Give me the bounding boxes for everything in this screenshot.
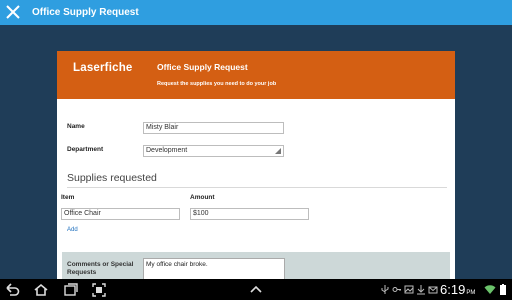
home-icon[interactable]	[33, 282, 49, 298]
form-title: Office Supply Request	[157, 62, 248, 72]
item-field[interactable]: Office Chair	[61, 208, 180, 220]
item-column-label: Item	[61, 194, 75, 201]
app-bar: Office Supply Request	[0, 0, 512, 25]
battery-icon	[500, 284, 506, 295]
close-button[interactable]	[3, 2, 23, 22]
comments-textarea[interactable]: My office chair broke.	[143, 258, 285, 279]
department-value: Development	[146, 147, 188, 154]
amount-field[interactable]: $100	[190, 208, 309, 220]
close-icon	[6, 5, 20, 19]
section-divider	[67, 187, 447, 188]
back-icon[interactable]	[4, 282, 20, 298]
clock-ampm: PM	[466, 290, 476, 296]
supplies-section-title: Supplies requested	[67, 172, 157, 184]
name-label: Name	[67, 123, 85, 130]
laserfiche-logo: Laserfiche	[73, 62, 133, 74]
mail-icon	[428, 286, 438, 294]
form-card: Laserfiche Office Supply Request Request…	[57, 51, 455, 279]
wifi-icon	[484, 285, 496, 294]
comments-row: Comments or Special Requests My office c…	[62, 252, 450, 279]
usb-icon	[381, 285, 389, 294]
department-select[interactable]: Development	[143, 145, 284, 157]
dropdown-arrow-icon	[275, 148, 281, 154]
form-header: Laserfiche Office Supply Request Request…	[57, 51, 455, 99]
department-label: Department	[67, 146, 104, 153]
image-icon	[404, 285, 414, 294]
form-subtitle: Request the supplies you need to do your…	[157, 81, 277, 87]
add-row-link[interactable]: Add	[67, 227, 78, 233]
system-navbar: 6:19PM	[0, 279, 512, 300]
amount-column-label: Amount	[190, 194, 215, 201]
chevron-up-icon[interactable]	[248, 282, 264, 298]
clock-time: 6:19	[440, 282, 466, 297]
app-title: Office Supply Request	[32, 7, 139, 18]
screenshot-icon[interactable]	[91, 282, 107, 298]
comments-label: Comments or Special Requests	[67, 261, 134, 276]
name-field[interactable]: Misty Blair	[143, 122, 284, 134]
clock: 6:19PM	[440, 279, 475, 300]
download-icon	[417, 285, 425, 295]
key-icon	[392, 287, 401, 292]
recent-apps-icon[interactable]	[63, 282, 79, 298]
